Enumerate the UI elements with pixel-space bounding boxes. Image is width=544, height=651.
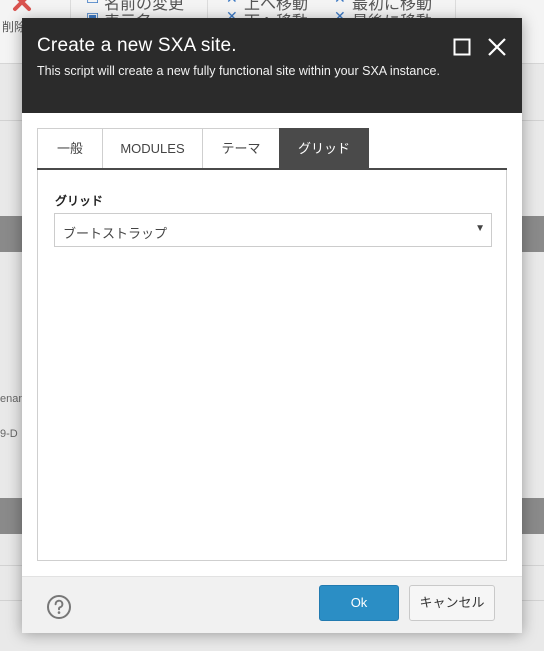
grid-select-value: ブートストラップ (63, 226, 168, 241)
dialog-subtitle: This script will create a new fully func… (37, 64, 440, 78)
move-first-icon: ✕ (334, 0, 346, 7)
dialog-header: Create a new SXA site. This script will … (22, 18, 522, 113)
tab-grid[interactable]: グリッド (279, 128, 369, 168)
tab-general[interactable]: 一般 (37, 128, 103, 168)
grid-tab-panel: グリッド ブートストラップ ▼ (37, 170, 507, 561)
create-sxa-site-dialog: Create a new SXA site. This script will … (22, 18, 522, 633)
grid-field-label: グリッド (55, 194, 104, 208)
cancel-button[interactable]: キャンセル (409, 585, 495, 621)
delete-icon (13, 0, 31, 11)
maximize-button[interactable] (452, 37, 472, 57)
tab-bar: 一般 MODULES テーマ グリッド (37, 128, 507, 170)
background-text: 9-D (0, 428, 18, 440)
close-button[interactable] (487, 37, 507, 57)
dropdown-arrow-icon: ▼ (475, 223, 485, 234)
tab-theme[interactable]: テーマ (202, 128, 280, 168)
tab-modules[interactable]: MODULES (102, 128, 203, 168)
help-icon (47, 595, 71, 619)
help-button[interactable] (46, 594, 72, 620)
grid-select[interactable]: ブートストラップ ▼ (54, 213, 492, 247)
dialog-footer: Ok キャンセル (22, 576, 522, 633)
close-icon (488, 38, 506, 56)
rename-icon: ▭ (86, 0, 99, 8)
ok-button[interactable]: Ok (319, 585, 399, 621)
dialog-title: Create a new SXA site. (37, 35, 237, 56)
move-up-icon: ✕ (226, 0, 238, 7)
background-text: enan (0, 393, 25, 405)
maximize-icon (453, 38, 471, 56)
